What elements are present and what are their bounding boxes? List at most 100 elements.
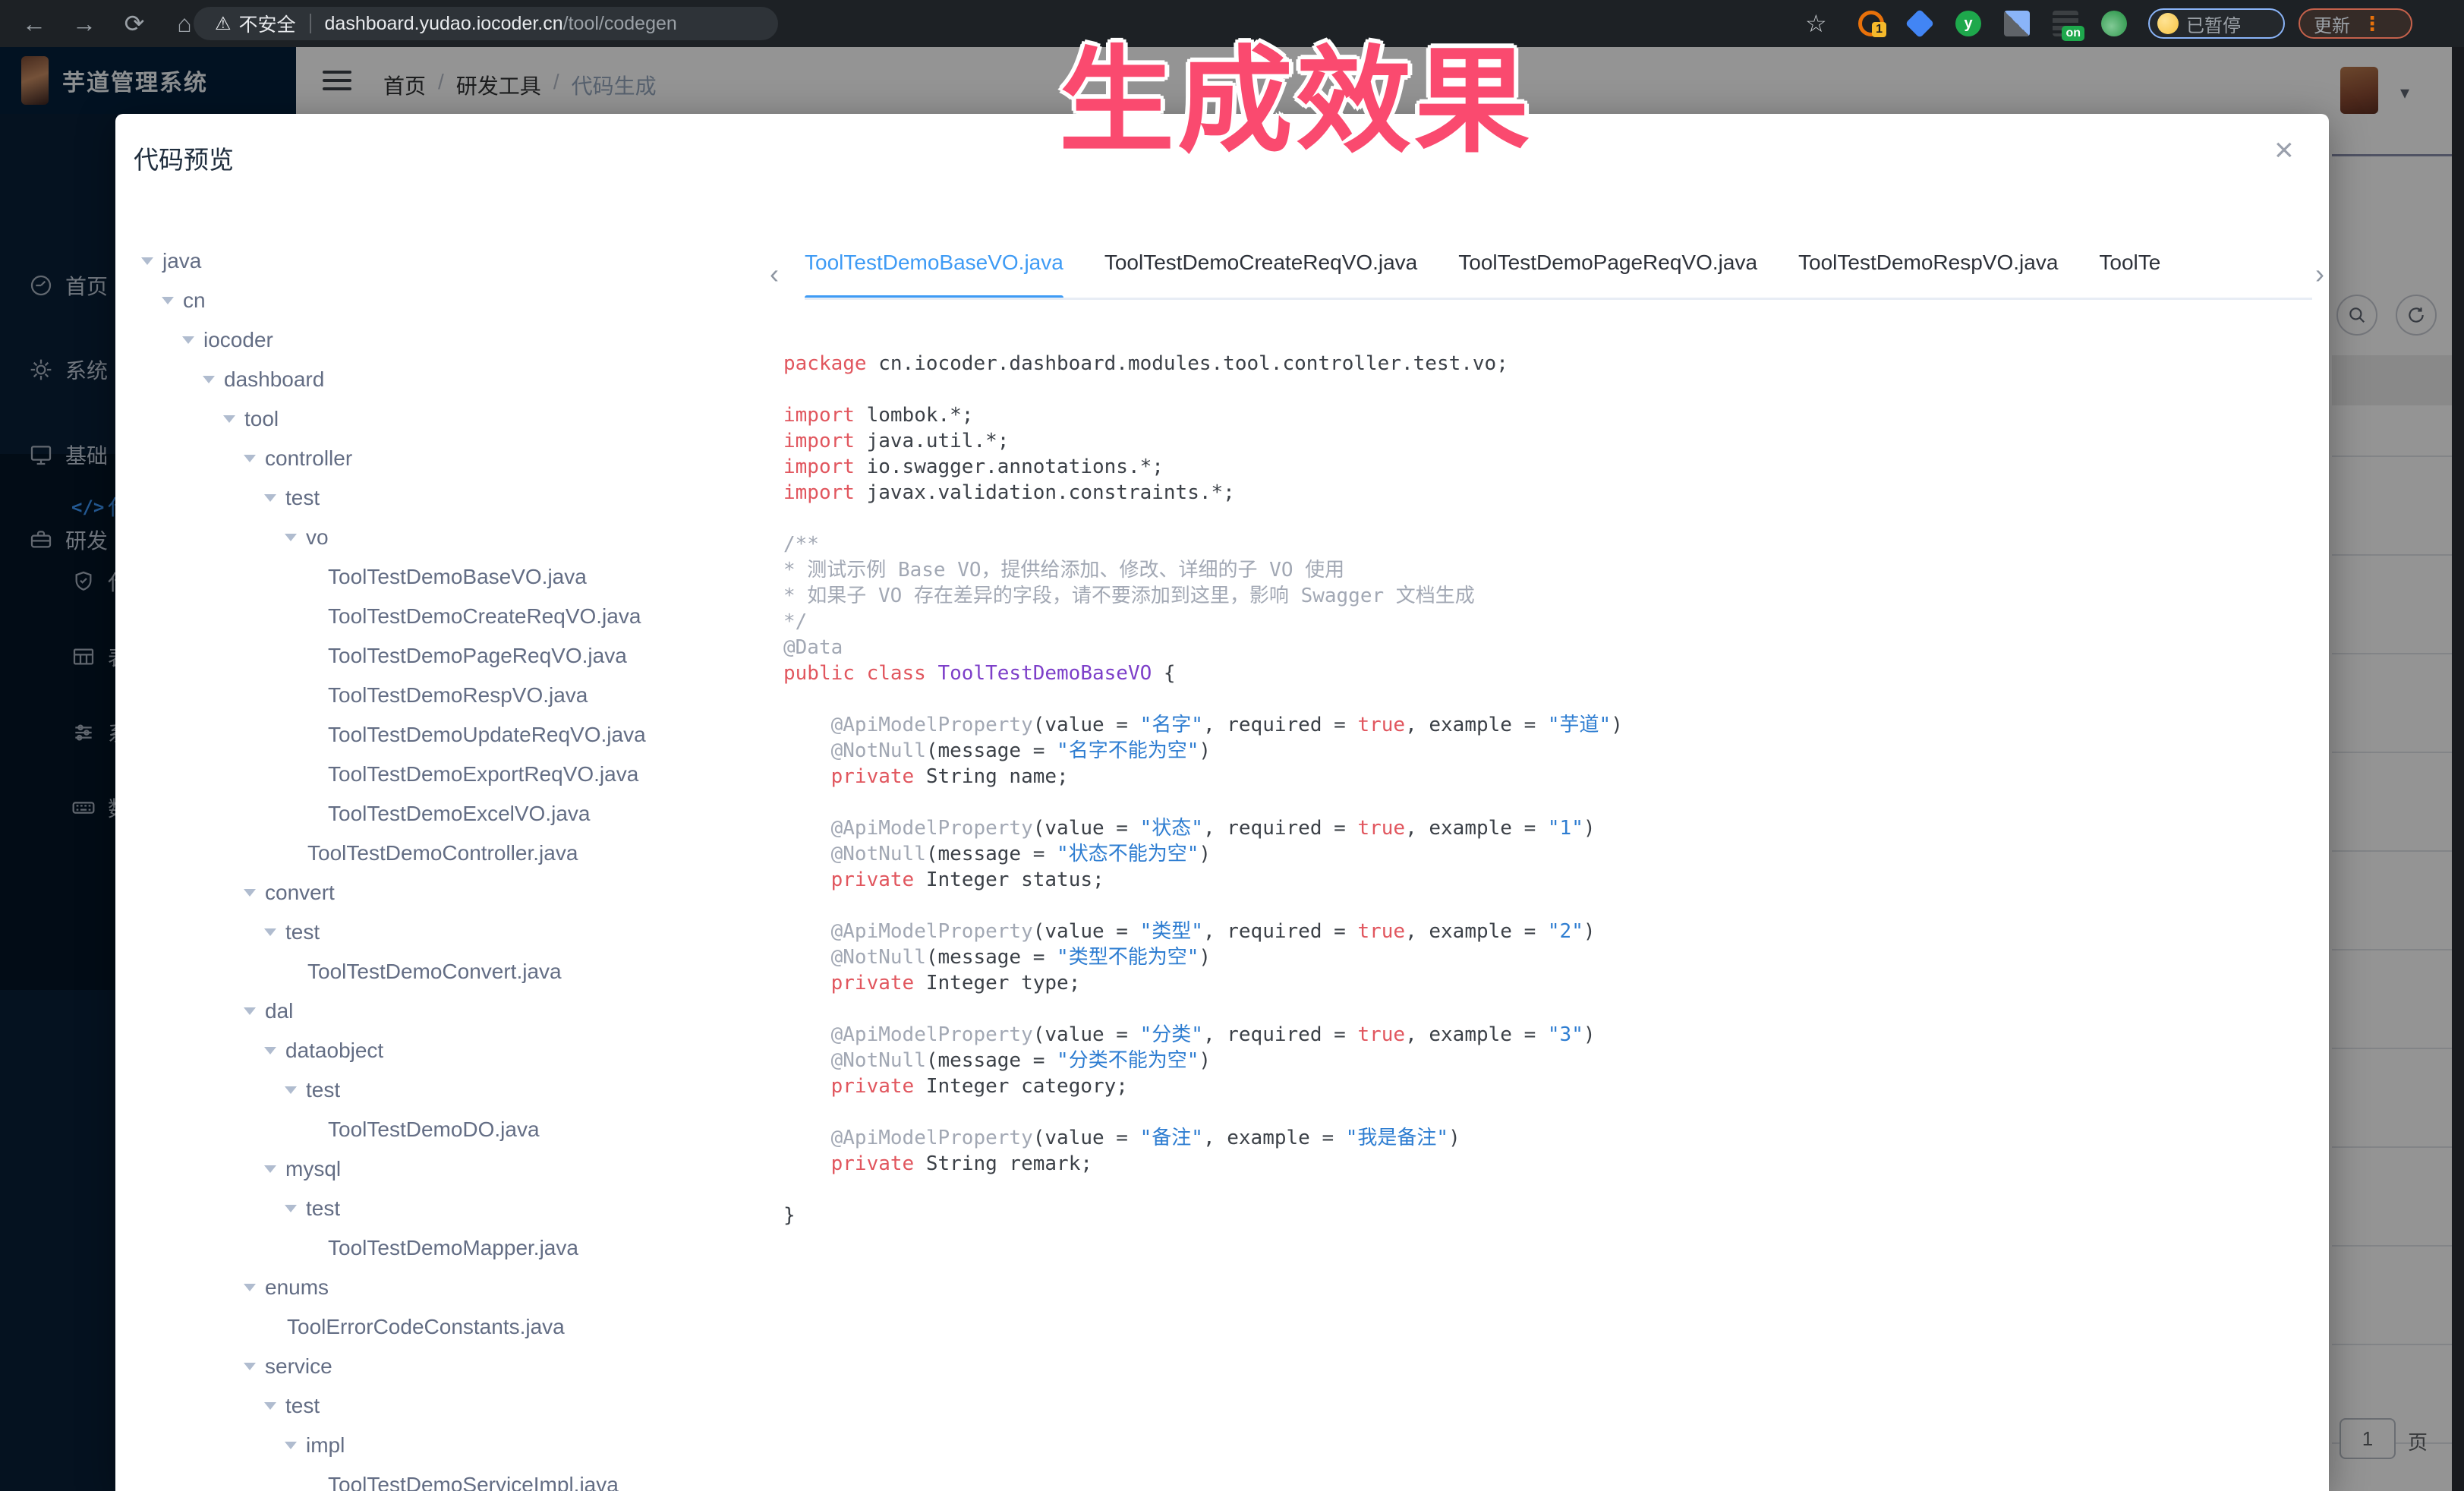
file-tab[interactable]: ToolTestDemoCreateReqVO.java (1104, 251, 1417, 298)
extension-green-icon[interactable]: y (1955, 11, 1981, 36)
caret-down-icon[interactable] (141, 257, 153, 265)
caret-down-icon[interactable] (203, 376, 215, 383)
caret-down-icon[interactable] (162, 297, 174, 304)
tabs-prev-icon[interactable]: ‹ (770, 258, 779, 290)
extension-squares-icon[interactable] (2004, 11, 2030, 36)
tree-node-dir[interactable]: test (129, 1070, 782, 1110)
tree-node-label: ToolTestDemoExportReqVO.java (328, 762, 638, 786)
reload-icon[interactable]: ⟳ (117, 6, 152, 41)
tree-node-dir[interactable]: java (129, 241, 782, 281)
tree-node-dir[interactable]: test (129, 913, 782, 952)
file-tree: java cn iocoderdashboardtool controller test… (129, 241, 782, 1491)
browser-scrollbar[interactable] (2452, 47, 2464, 1491)
tree-node-label: ToolTestDemoController.java (307, 841, 578, 865)
tree-node-dir[interactable]: test (129, 478, 782, 518)
not-secure-label[interactable]: 不安全 (239, 10, 296, 37)
file-tab[interactable]: ToolTestDemoRespVO.java (1798, 251, 2058, 298)
tree-node-dir[interactable]: iocoder (129, 320, 782, 360)
tree-node-file[interactable]: ToolTestDemoController.java (129, 834, 782, 873)
tree-node-file[interactable]: ToolTestDemoPageReqVO.java (129, 636, 782, 676)
tree-node-file[interactable]: ToolTestDemoCreateReqVO.java (129, 597, 782, 636)
tree-node-file[interactable]: ToolTestDemoExportReqVO.java (129, 755, 782, 794)
url-path: /tool/codegen (563, 13, 677, 35)
tree-node-file[interactable]: ToolTestDemoDO.java (129, 1110, 782, 1149)
tree-node-label: convert (265, 881, 335, 905)
extension-list-icon[interactable]: on (2053, 11, 2078, 36)
tree-node-file[interactable]: ToolTestDemoBaseVO.java (129, 557, 782, 597)
caret-down-icon[interactable] (285, 1205, 297, 1212)
tree-node-dir[interactable]: mysql (129, 1149, 782, 1189)
caret-down-icon[interactable] (285, 1442, 297, 1449)
tree-node-file[interactable]: ToolTestDemoRespVO.java (129, 676, 782, 715)
tree-node-dir[interactable]: cn (129, 281, 782, 320)
screen: 芋道管理系统 首页 / 研发工具 / 代码生成 ? tT ▾ 首页系统基础研发<… (0, 0, 2464, 1491)
tree-node-dir[interactable]: controller (129, 439, 782, 478)
paused-extension-pill[interactable]: 已暂停 (2148, 8, 2285, 39)
tree-node-dir[interactable]: dataobject (129, 1031, 782, 1070)
tabs-next-icon[interactable]: › (2315, 258, 2324, 290)
tree-node-dir[interactable]: dal (129, 991, 782, 1031)
caret-down-icon[interactable] (244, 1284, 256, 1291)
extension-gem-icon[interactable] (1905, 9, 1934, 38)
tree-node-label: controller (265, 446, 352, 471)
caret-down-icon[interactable] (264, 494, 276, 502)
back-icon[interactable]: ← (17, 6, 52, 41)
bookmark-star-icon[interactable]: ☆ (1805, 9, 1827, 38)
file-tab[interactable]: ToolTestDemoPageReqVO.java (1458, 251, 1757, 298)
tree-node-file[interactable]: ToolTestDemoUpdateReqVO.java (129, 715, 782, 755)
tree-node-label: ToolTestDemoMapper.java (328, 1236, 578, 1260)
caret-down-icon[interactable] (264, 928, 276, 936)
tree-node-label: ToolTestDemoBaseVO.java (328, 565, 587, 589)
tree-node-file[interactable]: ToolErrorCodeConstants.java (129, 1307, 782, 1347)
caret-down-icon[interactable] (244, 889, 256, 897)
tree-node-label: mysql (285, 1157, 341, 1181)
tree-node-dir[interactable]: impl (129, 1426, 782, 1465)
tree-node-label: test (306, 1078, 340, 1102)
extension-orange-icon[interactable]: 1 (1858, 11, 1884, 36)
update-label: 更新 (2314, 11, 2350, 37)
caret-down-icon[interactable] (285, 1086, 297, 1094)
file-tab[interactable]: ToolTestDemoBaseVO.java (805, 251, 1063, 298)
tree-node-file[interactable]: ToolTestDemoServiceImpl.java (129, 1465, 782, 1491)
file-tabs: ToolTestDemoBaseVO.java ToolTestDemoCreat… (805, 251, 2312, 300)
tree-node-label: dataobject (285, 1039, 383, 1063)
tree-node-dir[interactable]: enums (129, 1268, 782, 1307)
tree-node-dir[interactable]: test (129, 1386, 782, 1426)
close-icon[interactable]: × (2274, 134, 2294, 167)
caret-down-icon[interactable] (264, 1165, 276, 1173)
tree-node-label: enums (265, 1275, 329, 1300)
file-tab[interactable]: ToolTe (2099, 251, 2160, 298)
tree-node-label: dal (265, 999, 293, 1023)
forward-icon[interactable]: → (67, 6, 102, 41)
tree-node-dir[interactable]: convert (129, 873, 782, 913)
tree-node-dir[interactable]: test (129, 1189, 782, 1228)
tree-node-label: java (162, 249, 201, 273)
tree-node-label: ToolTestDemoExcelVO.java (328, 802, 590, 826)
tree-node-label: service (265, 1354, 332, 1379)
tree-node-label: test (285, 920, 320, 944)
tree-node-label: ToolTestDemoCreateReqVO.java (328, 604, 641, 629)
address-bar[interactable]: ⚠ 不安全 dashboard.yudao.iocoder.cn/tool/co… (194, 7, 778, 40)
caret-down-icon[interactable] (182, 336, 194, 344)
tree-node-dir[interactable]: service (129, 1347, 782, 1386)
tree-node-label: ToolTestDemoUpdateReqVO.java (328, 723, 646, 747)
caret-down-icon[interactable] (244, 455, 256, 462)
tree-node-file[interactable]: ToolTestDemoExcelVO.java (129, 794, 782, 834)
caret-down-icon[interactable] (285, 534, 297, 541)
tree-node-label: test (285, 1394, 320, 1418)
tree-node-dir[interactable]: vo (129, 518, 782, 557)
caret-down-icon[interactable] (244, 1007, 256, 1015)
tree-node-file[interactable]: ToolTestDemoConvert.java (129, 952, 782, 991)
browser-menu-icon[interactable]: ⋮ (2362, 12, 2382, 36)
browser-update-button[interactable]: 更新 ⋮ (2299, 8, 2412, 39)
tree-node-dir[interactable]: dashboard (129, 360, 782, 399)
tree-node-file[interactable]: ToolTestDemoMapper.java (129, 1228, 782, 1268)
caret-down-icon[interactable] (264, 1047, 276, 1054)
annotation-text: 生成效果 (1059, 8, 1533, 175)
tree-node-dir[interactable]: tool (129, 399, 782, 439)
caret-down-icon[interactable] (264, 1402, 276, 1410)
paused-label: 已暂停 (2186, 11, 2241, 37)
caret-down-icon[interactable] (244, 1363, 256, 1370)
tree-node-label: cn (183, 288, 206, 313)
caret-down-icon[interactable] (223, 415, 235, 423)
